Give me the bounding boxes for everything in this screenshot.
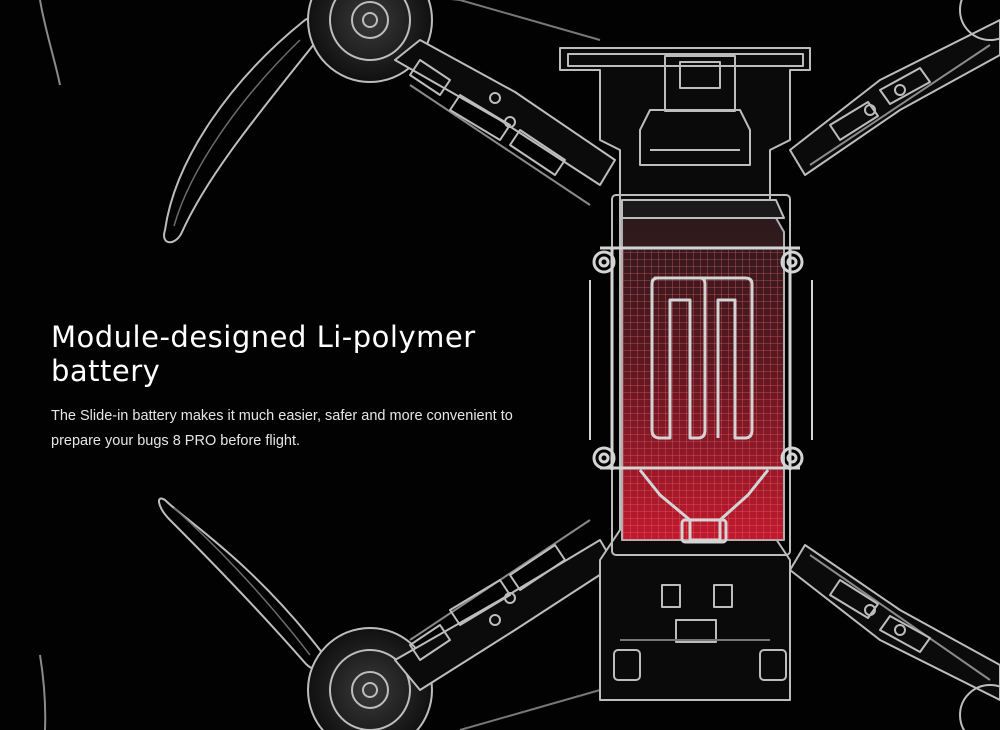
- feature-headline: Module-designed Li-polymer battery: [51, 320, 476, 388]
- product-feature-section: Module-designed Li-polymer battery The S…: [0, 0, 1000, 730]
- arm-top-right: [789, 0, 1000, 176]
- battery-pack: [621, 199, 785, 541]
- feature-copy: Module-designed Li-polymer battery The S…: [51, 320, 521, 454]
- arm-bottom-right: [789, 544, 1000, 730]
- propeller-bottom-left: [39, 497, 325, 730]
- propeller-top-left: [39, 0, 326, 244]
- feature-description: The Slide-in battery makes it much easie…: [51, 408, 513, 449]
